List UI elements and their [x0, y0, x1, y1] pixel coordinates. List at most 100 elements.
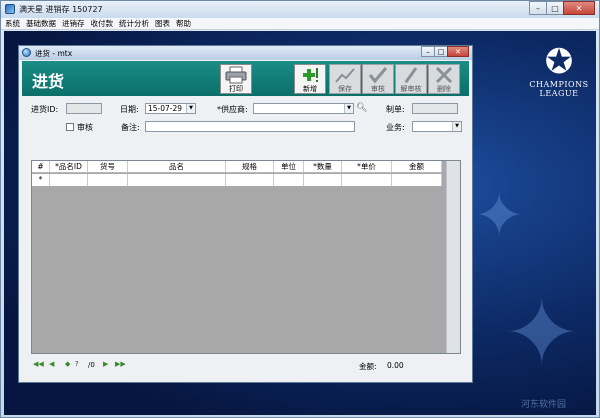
supplier-label: *供应商:	[217, 105, 248, 114]
next-record-icon[interactable]: ▶	[103, 360, 108, 368]
window-controls: – □ ✕	[529, 1, 595, 15]
cell-amount[interactable]	[392, 174, 442, 186]
menu-system[interactable]: 系统	[5, 18, 20, 29]
col-header-rownum[interactable]: #	[32, 161, 50, 172]
menu-statistics[interactable]: 统计分析	[119, 18, 149, 29]
grid-header: # *品名ID 货号 品名 规格 单位 *数量 *单价 金额	[32, 161, 442, 173]
star-decoration: ✦	[474, 181, 525, 251]
child-close-button[interactable]: ✕	[447, 46, 469, 57]
items-grid[interactable]: # *品名ID 货号 品名 规格 单位 *数量 *单价 金额 *	[31, 160, 461, 354]
salesman-select[interactable]: ▼	[412, 121, 462, 132]
child-window-controls: – □ ✕	[421, 46, 469, 57]
maker-field[interactable]	[412, 103, 458, 114]
table-row[interactable]: *	[32, 174, 442, 186]
prev-record-icon[interactable]: ◀	[49, 360, 54, 368]
date-label: 日期:	[120, 105, 139, 114]
audit-checkbox[interactable]	[66, 123, 74, 131]
col-header-unit-price[interactable]: *单价	[342, 161, 392, 172]
total-amount-value: 0.00	[387, 361, 404, 370]
remark-label: 备注:	[121, 123, 140, 132]
child-title-bar: 进货 - mtx – □ ✕	[19, 46, 472, 60]
salesman-label: 业务:	[386, 123, 405, 132]
child-maximize-button[interactable]: □	[434, 46, 448, 57]
app-icon	[5, 4, 15, 14]
print-label: 打印	[229, 85, 243, 93]
cell-spec[interactable]	[226, 174, 274, 186]
supplier-select[interactable]: ▼	[253, 103, 354, 114]
jump-record-icon[interactable]: ◆	[65, 360, 70, 368]
cell-product-name[interactable]	[128, 174, 226, 186]
purchase-window: 进货 - mtx – □ ✕ 进货 打印 新增 保存 审核 解审核 删除 进货I…	[18, 45, 473, 383]
maximize-button[interactable]: □	[546, 1, 564, 15]
watermark: 河东软件园	[520, 400, 566, 410]
cell-unit[interactable]	[274, 174, 304, 186]
window-icon	[22, 48, 31, 57]
child-window-title: 进货 - mtx	[35, 49, 73, 58]
unaudit-button[interactable]: 解审核	[395, 64, 427, 94]
save-label: 保存	[338, 85, 352, 93]
champions-league-logo: ✪ CHAMPIONS LEAGUE	[524, 44, 594, 98]
menu-bar: 系统 基础数据 进销存 收付款 统计分析 图表 帮助	[1, 18, 599, 30]
menu-payments[interactable]: 收付款	[91, 18, 114, 29]
new-button[interactable]: 新增	[294, 64, 326, 94]
col-header-quantity[interactable]: *数量	[304, 161, 342, 172]
print-button[interactable]: 打印	[220, 64, 252, 94]
date-value: 15-07-29	[148, 104, 183, 113]
minimize-button[interactable]: –	[529, 1, 547, 15]
app-window: 满天星 进销存 150727 – □ ✕ 系统 基础数据 进销存 收付款 统计分…	[0, 0, 600, 418]
child-minimize-button[interactable]: –	[421, 46, 435, 57]
unaudit-label: 解审核	[400, 85, 422, 93]
save-button[interactable]: 保存	[329, 64, 361, 94]
remark-input[interactable]	[145, 121, 355, 132]
star-decoration: ✦	[504, 281, 580, 386]
col-header-amount[interactable]: 金额	[392, 161, 442, 172]
delete-label: 删除	[437, 85, 451, 93]
logo-text-champions: CHAMPIONS	[529, 80, 589, 89]
logo-text-league: LEAGUE	[539, 89, 579, 98]
add-icon	[295, 65, 325, 85]
menu-help[interactable]: 帮助	[176, 18, 191, 29]
delete-x-icon	[429, 65, 459, 85]
title-bar: 满天星 进销存 150727 – □ ✕	[1, 1, 599, 18]
audit-checkbox-label: 审核	[77, 123, 93, 132]
search-icon[interactable]: 🔍︎	[356, 103, 367, 113]
mdi-desktop: ✦ ✦ ✪ CHAMPIONS LEAGUE 河东软件园 进货 - mtx – …	[4, 31, 596, 415]
status-bar: ◀◀ ◀ ◆ ? /0 ▶ ▶▶ 金额: 0.00	[31, 359, 461, 373]
cell-item-no[interactable]	[88, 174, 128, 186]
menu-basic-data[interactable]: 基础数据	[26, 18, 56, 29]
close-button[interactable]: ✕	[563, 1, 595, 15]
chevron-down-icon[interactable]: ▼	[452, 122, 461, 131]
col-header-spec[interactable]: 规格	[226, 161, 274, 172]
date-picker[interactable]: 15-07-29 ▼	[145, 103, 196, 114]
purchase-form: 进货ID: 日期: 15-07-29 ▼ *供应商: ▼ 🔍︎ 制单: 审核 备…	[19, 101, 472, 151]
printer-icon	[221, 65, 251, 85]
cell-unit-price[interactable]	[342, 174, 392, 186]
page-info: /0	[88, 361, 95, 369]
audit-label: 审核	[371, 85, 385, 93]
menu-inventory[interactable]: 进销存	[62, 18, 85, 29]
chevron-down-icon[interactable]: ▼	[186, 104, 195, 113]
cell-quantity[interactable]	[304, 174, 342, 186]
cell-product-id[interactable]	[50, 174, 88, 186]
col-header-unit[interactable]: 单位	[274, 161, 304, 172]
save-chart-icon	[330, 65, 360, 85]
col-header-item-no[interactable]: 货号	[88, 161, 128, 172]
col-header-product-name[interactable]: 品名	[128, 161, 226, 172]
jump-hint-icon: ?	[75, 360, 79, 368]
maker-label: 制单:	[386, 105, 405, 114]
new-label: 新增	[303, 85, 317, 93]
first-record-icon[interactable]: ◀◀	[33, 360, 44, 368]
invoice-id-field[interactable]	[66, 103, 102, 114]
last-record-icon[interactable]: ▶▶	[115, 360, 126, 368]
vertical-scrollbar[interactable]	[446, 161, 460, 353]
chevron-down-icon[interactable]: ▼	[344, 104, 353, 113]
invoice-id-label: 进货ID:	[31, 105, 59, 114]
page-title: 进货	[32, 72, 65, 91]
col-header-product-id[interactable]: *品名ID	[50, 161, 88, 172]
pen-icon	[396, 65, 426, 85]
delete-button[interactable]: 删除	[428, 64, 460, 94]
audit-button[interactable]: 审核	[362, 64, 394, 94]
menu-charts[interactable]: 图表	[155, 18, 170, 29]
total-amount-label: 金额:	[359, 362, 377, 371]
header-band: 进货 打印 新增 保存 审核 解审核 删除	[22, 61, 469, 96]
